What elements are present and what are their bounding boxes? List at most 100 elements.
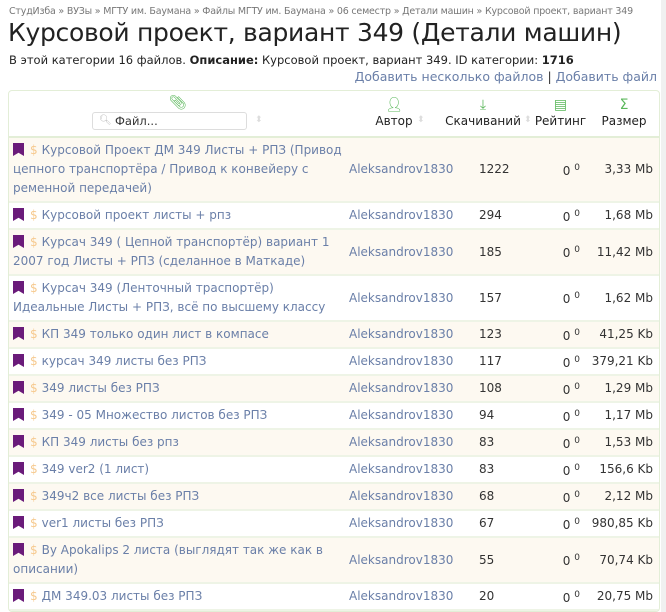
- sort-author-icon[interactable]: ⬍: [417, 115, 425, 125]
- file-cell: $ КП 349 только один лист в компасе: [9, 322, 349, 347]
- breadcrumb-separator: »: [325, 6, 337, 17]
- table-row: $349 листы без РПЗ Aleksandrov1830 108 0…: [9, 376, 659, 403]
- category-description: В этой категории 16 файлов. Описание: Ку…: [9, 53, 574, 67]
- breadcrumb-item[interactable]: СтудИзба: [9, 6, 56, 17]
- author-link[interactable]: Aleksandrov1830: [349, 587, 453, 606]
- add-many-files-link[interactable]: Добавить несколько файлов: [355, 69, 544, 84]
- author-link[interactable]: Aleksandrov1830: [349, 406, 453, 425]
- bookmark-icon[interactable]: [13, 143, 24, 156]
- file-link[interactable]: Курсовой проект листы + рпз: [42, 208, 232, 222]
- file-size: 70,74 Kb: [599, 552, 653, 567]
- breadcrumb: СтудИзба » ВУЗы » МГТУ им. Баумана » Фай…: [9, 6, 633, 17]
- file-cell: $349 - 05 Множество листов без РПЗ: [9, 403, 349, 428]
- table-row: $ ДМ 349.03 листы без РПЗ Aleksandrov1830…: [9, 584, 659, 611]
- file-link[interactable]: ver1 листы без РПЗ: [42, 516, 164, 530]
- sort-downloads-icon[interactable]: ⬍: [524, 115, 532, 125]
- rating: 0 0: [562, 489, 580, 505]
- breadcrumb-item: Курсовой проект, вариант 349: [484, 6, 633, 17]
- author-link[interactable]: Aleksandrov1830: [349, 514, 453, 533]
- bookmark-icon[interactable]: [13, 543, 24, 556]
- file-link[interactable]: Курсовой Проект ДМ 349 Листы + РПЗ (Прив…: [13, 143, 342, 195]
- downloads-count: 157: [479, 290, 502, 305]
- bookmark-icon[interactable]: [13, 462, 24, 475]
- breadcrumb-item[interactable]: ВУЗы: [67, 6, 92, 17]
- dollar-icon: $: [30, 408, 38, 422]
- author-link[interactable]: Aleksandrov1830: [349, 325, 453, 344]
- author-link[interactable]: Aleksandrov1830: [349, 160, 453, 179]
- author-link[interactable]: Aleksandrov1830: [349, 460, 453, 479]
- bookmark-icon[interactable]: [13, 354, 24, 367]
- table-row: $349 - 05 Множество листов без РПЗ Aleks…: [9, 403, 659, 430]
- dollar-icon: $: [30, 462, 38, 476]
- file-link[interactable]: By Apokalips 2 листа (выглядят так же ка…: [13, 543, 323, 576]
- breadcrumb-item[interactable]: Детали машин: [402, 6, 474, 17]
- rating: 0 0: [562, 291, 580, 306]
- file-size: 1,68 Mb: [604, 208, 653, 222]
- author-link[interactable]: Aleksandrov1830: [349, 487, 453, 506]
- bookmark-icon[interactable]: [13, 489, 24, 502]
- file-search-input[interactable]: 🔍︎ Файл...: [92, 112, 247, 130]
- breadcrumb-item[interactable]: МГТУ им. Баумана: [103, 6, 191, 17]
- author-header[interactable]: 👤︎ Автор: [369, 96, 419, 128]
- downloads-count: 83: [479, 462, 495, 476]
- bookmark-icon[interactable]: [13, 235, 24, 248]
- paperclip-icon: 📎︎: [169, 95, 187, 111]
- breadcrumb-separator: »: [91, 6, 104, 17]
- sort-file-icon[interactable]: ⬍: [255, 115, 263, 125]
- file-link[interactable]: КП 349 листы без рпз: [42, 435, 179, 449]
- file-size: 2,12 Mb: [604, 489, 653, 503]
- breadcrumb-item[interactable]: Файлы МГТУ им. Баумана: [202, 6, 326, 17]
- rating: 0 0: [562, 516, 580, 532]
- file-link[interactable]: 349ч2 все листы без РПЗ: [42, 489, 200, 503]
- file-cell: $ Курсач 349 (Ленточный траспортёр) Идеал…: [9, 276, 349, 320]
- author-link[interactable]: Aleksandrov1830: [349, 243, 453, 262]
- author-link[interactable]: Aleksandrov1830: [349, 289, 453, 308]
- bookmark-icon[interactable]: [13, 516, 24, 529]
- rating: 0 0: [562, 435, 580, 451]
- bookmark-icon[interactable]: [13, 589, 24, 602]
- author-link[interactable]: Aleksandrov1830: [349, 352, 453, 371]
- scrollbar[interactable]: [661, 0, 666, 612]
- file-link[interactable]: 349 листы без РПЗ: [42, 381, 160, 395]
- rating: 0 0: [562, 381, 580, 397]
- file-link[interactable]: курсач 349 листы без РПЗ: [42, 354, 207, 368]
- file-link[interactable]: Курсач 349 (Ленточный траспортёр) Идеаль…: [13, 281, 325, 314]
- table-row: $ Курсовой Проект ДМ 349 Листы + РПЗ (При…: [9, 138, 659, 203]
- search-icon: 🔍︎: [99, 115, 112, 126]
- author-link[interactable]: Aleksandrov1830: [349, 551, 453, 570]
- table-row: $ Курсач 349 (Ленточный траспортёр) Идеал…: [9, 276, 659, 322]
- file-link[interactable]: ДМ 349.03 листы без РПЗ: [42, 589, 203, 603]
- file-cell: $ Курсовой проект листы + рпз: [9, 203, 349, 228]
- add-file-link[interactable]: Добавить файл: [556, 69, 657, 84]
- file-link[interactable]: 349 - 05 Множество листов без РПЗ: [42, 408, 268, 422]
- file-cell: $ ver1 листы без РПЗ: [9, 511, 349, 536]
- file-link[interactable]: 349 ver2 (1 лист): [42, 462, 149, 476]
- dollar-icon: $: [30, 589, 38, 603]
- file-cell: $349 ver2 (1 лист): [9, 457, 349, 482]
- file-size: 1,62 Mb: [604, 290, 653, 305]
- author-link[interactable]: Aleksandrov1830: [349, 379, 453, 398]
- downloads-header[interactable]: ⤓ Скачиваний: [443, 96, 523, 128]
- dollar-icon: $: [30, 381, 38, 395]
- bookmark-icon[interactable]: [13, 208, 24, 221]
- bookmark-icon[interactable]: [13, 408, 24, 421]
- bookmark-icon[interactable]: [13, 327, 24, 340]
- bookmark-icon[interactable]: [13, 381, 24, 394]
- bookmark-icon[interactable]: [13, 435, 24, 448]
- table-row: $ курсач 349 листы без РПЗ Aleksandrov183…: [9, 349, 659, 376]
- file-size: 11,42 Mb: [596, 244, 653, 259]
- sigma-icon: Σ: [619, 97, 629, 113]
- bookmark-icon[interactable]: [13, 281, 24, 294]
- author-link[interactable]: Aleksandrov1830: [349, 433, 453, 452]
- rating: 0 0: [562, 162, 580, 178]
- file-size: 1,53 Mb: [604, 435, 653, 449]
- file-link[interactable]: Курсач 349 ( Цепной транспортёр) вариант…: [13, 235, 329, 268]
- downloads-count: 117: [479, 354, 502, 368]
- table-row: $ Курсовой проект листы + рпз Aleksandrov…: [9, 203, 659, 230]
- breadcrumb-separator: »: [191, 6, 203, 17]
- file-link[interactable]: КП 349 только один лист в компасе: [42, 327, 269, 341]
- downloads-count: 294: [479, 208, 502, 222]
- dollar-icon: $: [30, 435, 38, 449]
- author-link[interactable]: Aleksandrov1830: [349, 206, 453, 225]
- breadcrumb-item[interactable]: 06 семестр: [337, 6, 391, 17]
